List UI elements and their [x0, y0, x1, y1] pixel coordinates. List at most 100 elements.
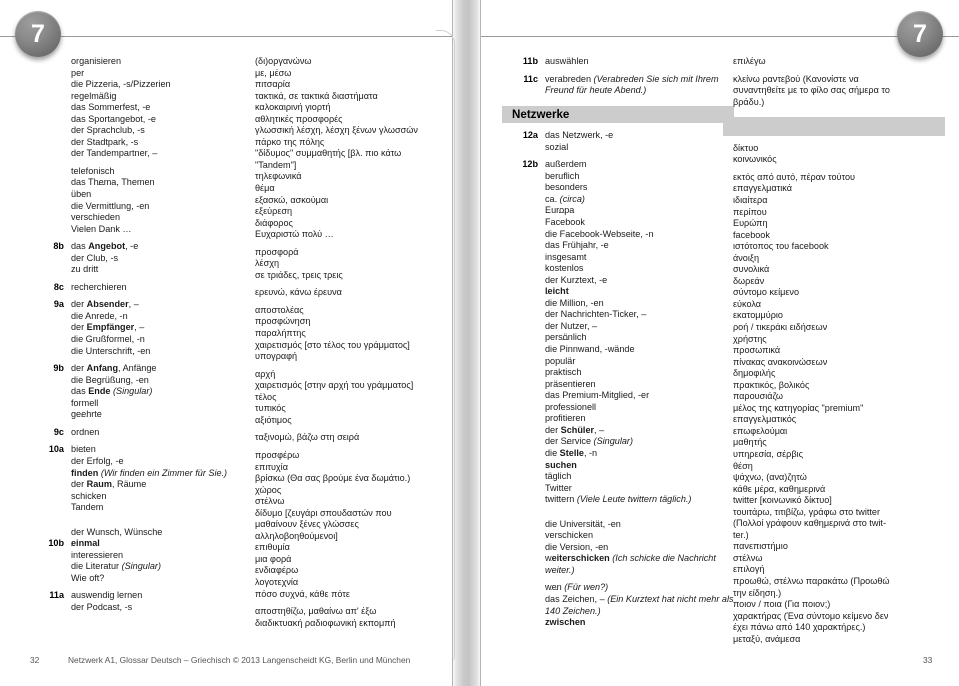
term-line: ca. (circa) — [545, 193, 585, 204]
glossary-entry: 12a das Netzwerk, -e sozial — [512, 130, 724, 153]
term-line: επαγγελματικά — [733, 183, 792, 194]
glossary-entry: επιθυμία μια φορά ενδιαφέρω λογοτεχνία πόσο … — [255, 542, 447, 600]
entry-terms: αποστηθίζω, μαθαίνω απ' έξω διαδικτυακή ρ… — [255, 606, 447, 629]
entry-label — [512, 519, 545, 531]
term-line: παρουσιάζω — [733, 391, 783, 402]
term-line: περίπου — [733, 206, 767, 217]
term-line: διάφορος — [255, 217, 293, 228]
term-line: das Angebot, -e — [71, 241, 139, 252]
term-line: εύκολα — [733, 298, 762, 309]
term-line: der Raum, Räume — [71, 479, 147, 490]
term-line: πίνακας ανακοινώσεων — [733, 356, 828, 367]
term-line: zu dritt — [71, 264, 99, 275]
term-line: Vielen Dank … — [71, 223, 132, 234]
entry-label — [512, 582, 545, 594]
glossary-entry: ερευνώ, κάνω έρευνα — [255, 287, 447, 299]
entry-terms: προσφέρω επιτυχία βρίσκω (Θα σας βρούμε έν… — [255, 450, 447, 542]
term-line: προσφέρω — [255, 449, 300, 460]
term-line: finden (Wir finden ein Zimmer für Sie.) — [71, 467, 228, 478]
entry-terms: der Anfang, Anfänge die Begrüßung, -en das… — [71, 363, 250, 421]
term-line: κλείνω ραντεβού (Κανονίστε να — [733, 73, 859, 84]
glossary-entry: organisieren per die Pizzeria, -s/Pizzerie… — [38, 56, 250, 160]
term-line: αλληλοβοηθούμενοι] — [255, 530, 338, 541]
glossary-entry: (δι)οργανώνω με, μέσω πιτσαρία τακτικά, σε … — [255, 56, 447, 171]
glossary-entry: telefonisch das Thema, Themen üben die Verm… — [38, 166, 250, 235]
term-line: der Kurztext, -e — [545, 274, 608, 285]
term-line: τακτικά, σε τακτικά διαστήματα — [255, 90, 378, 101]
term-line: βράδυ.) — [733, 96, 765, 107]
glossary-entry: 11c verabreden (Verabreden Sie sich mit I… — [512, 74, 724, 97]
term-line: verschieden — [71, 212, 121, 223]
entry-terms: προσφορά λέσχη σε τριάδες, τρεις τρεις — [255, 247, 447, 282]
term-line: χρήστης — [733, 333, 767, 344]
glossary-entry: 11a auswendig lernen der Podcast, -s — [38, 590, 250, 613]
term-line: μέλος της κατηγορίας "premium" — [733, 402, 864, 413]
footer-copyright: Netzwerk A1, Glossar Deutsch – Griechisc… — [68, 655, 411, 665]
entry-terms: δίκτυο κοινωνικός — [733, 143, 955, 166]
entry-terms: das Angebot, -e der Club, -s zu dritt — [71, 241, 250, 276]
term-line: (δι)οργανώνω — [255, 56, 312, 66]
term-line: sozial — [545, 141, 569, 152]
term-line: πιτσαρία — [255, 79, 291, 90]
term-line: Facebook — [545, 217, 585, 228]
term-line: populär — [545, 355, 576, 366]
entry-terms: αποστολέας προσφώνηση παραλήπτης χαιρετισμό… — [255, 305, 447, 363]
term-line: στέλνω — [255, 496, 285, 507]
term-line: προσφώνηση — [255, 316, 311, 327]
term-line: τουιτάρω, τιτιβίζω, γράφω στο twitter — [733, 506, 881, 517]
term-line: βρίσκω (Θα σας βρούμε ένα δωμάτιο.) — [255, 473, 411, 484]
term-line: profitieren — [545, 413, 586, 424]
term-line: twittern (Viele Leute twittern täglich.) — [545, 494, 692, 505]
page-number-right: 33 — [923, 655, 933, 665]
entry-terms: (δι)οργανώνω με, μέσω πιτσαρία τακτικά, σε … — [255, 56, 447, 171]
term-line: επωφελούμαι — [733, 425, 788, 436]
entry-terms: das Netzwerk, -e sozial — [545, 130, 724, 153]
term-line: die Pizzeria, -s/Pizzerien — [71, 79, 171, 90]
glossary-entry: πανεπιστήμιο στέλνω επιλογή προωθώ, στέλνω … — [733, 541, 955, 599]
term-line: τηλεφωνικά — [255, 171, 302, 182]
term-line: Ευχαριστώ πολύ … — [255, 229, 334, 240]
term-line: επιθυμία — [255, 542, 290, 553]
term-line: der Club, -s — [71, 252, 119, 263]
term-line: der Schüler, – — [545, 424, 605, 435]
term-line: beruflich — [545, 170, 580, 181]
entry-terms: εκτός από αυτό, πέραν τούτου επαγγελματικ… — [733, 172, 955, 542]
term-line: ordnen — [71, 426, 100, 437]
glossary-entry: ποιον / ποια (Για ποιον;) χαρακτήρας (Ένα… — [733, 599, 955, 645]
term-line: der Wunsch, Wünsche — [71, 526, 163, 537]
term-line: der Absender, – — [71, 299, 139, 310]
section-heading — [723, 117, 945, 136]
entry-label: 9b — [53, 363, 64, 374]
term-line: täglich — [545, 471, 572, 482]
page-number-left: 32 — [30, 655, 40, 665]
term-line: die Stelle, -n — [545, 447, 598, 458]
term-line: λέσχη — [255, 258, 280, 269]
glossary-entry: εκτός από αυτό, πέραν τούτου επαγγελματικ… — [733, 172, 955, 542]
entry-spacer — [512, 506, 724, 519]
term-line: προσωπικά — [733, 345, 781, 356]
term-line: der Empfänger, – — [71, 322, 145, 333]
term-line: χαιρετισμός [στο τέλος του γράμματος] — [255, 339, 410, 350]
glossary-entry: die Universität, -en verschicken die Versi… — [512, 519, 724, 577]
term-line: θέμα — [255, 183, 275, 194]
term-line: δίκτυο — [733, 142, 759, 153]
entry-terms: αρχή χαιρετισμός [στην αρχή του γράμματος… — [255, 369, 447, 427]
term-line: συναντηθείτε με το φίλο σας σήμερα το — [733, 85, 890, 96]
book-gutter — [452, 0, 481, 686]
term-line: insgesamt — [545, 251, 587, 262]
term-line: die Literatur (Singular) — [71, 561, 161, 572]
term-line: die Grußformel, -n — [71, 334, 145, 345]
term-line: die Facebook-Webseite, -n — [545, 228, 654, 239]
term-line: der Erfolg, -e — [71, 455, 124, 466]
term-line: verschicken — [545, 530, 594, 541]
term-line: ερευνώ, κάνω έρευνα — [255, 287, 342, 298]
glossary-entry: αποστολέας προσφώνηση παραλήπτης χαιρετισμό… — [255, 305, 447, 363]
glossary-entry: der Wunsch, Wünsche — [38, 527, 250, 539]
glossary-entry: προσφέρω επιτυχία βρίσκω (Θα σας βρούμε έν… — [255, 450, 447, 542]
entry-terms: organisieren per die Pizzeria, -s/Pizzerie… — [71, 56, 250, 160]
term-line: επιτυχία — [255, 461, 288, 472]
term-line: suchen — [545, 459, 577, 470]
entry-label: 9c — [53, 426, 64, 437]
term-line: die Universität, -en — [545, 518, 621, 529]
page-edge-right — [480, 0, 481, 686]
